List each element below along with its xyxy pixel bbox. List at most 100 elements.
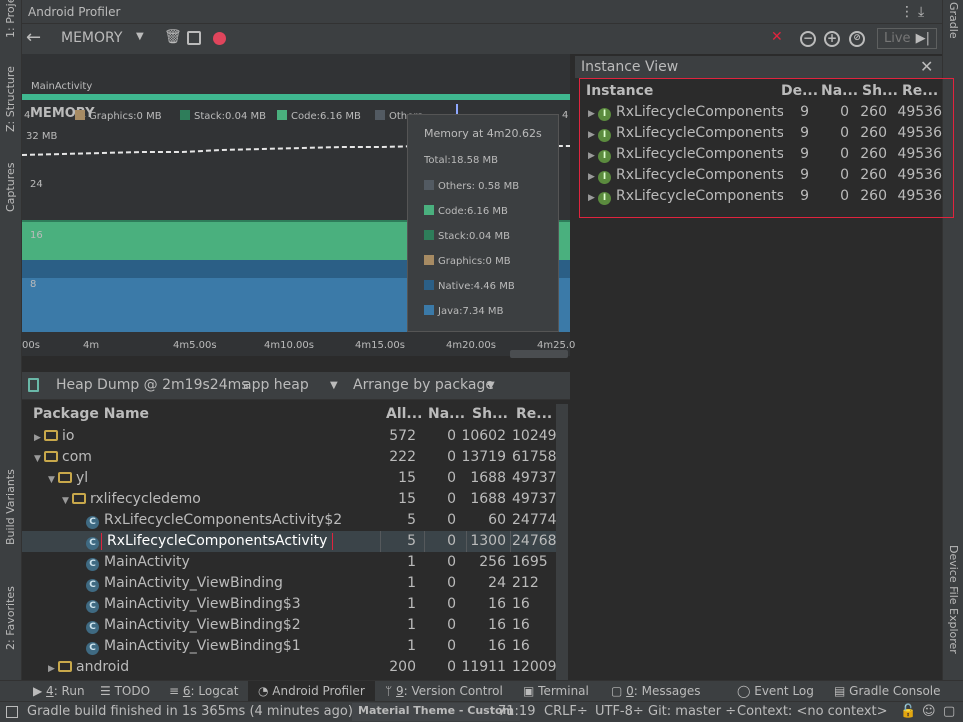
collapsed-arrow-icon[interactable]: ▶: [34, 433, 44, 443]
col-retained-size[interactable]: Re...: [902, 83, 938, 99]
col-retained[interactable]: Re...: [516, 406, 552, 422]
legend-graphics: Graphics:0 MB: [75, 110, 162, 122]
col-package-name[interactable]: Package Name: [33, 406, 149, 422]
tab-todo[interactable]: ☰ TODO: [100, 684, 150, 698]
col-native[interactable]: Na...: [428, 406, 465, 422]
instance-row[interactable]: ▶ I RxLifecycleComponentsA 9 0 260 49536: [580, 144, 952, 165]
file-encoding[interactable]: UTF-8÷: [595, 704, 644, 719]
tab-device-file-explorer[interactable]: Device File Explorer: [947, 545, 960, 654]
live-button[interactable]: Live ▶|: [877, 28, 937, 49]
retained-size: 1695: [512, 554, 548, 570]
collapsed-arrow-icon[interactable]: ▶: [588, 151, 598, 161]
arrange-selector[interactable]: Arrange by package: [353, 377, 494, 393]
table-row[interactable]: ▶ io 572 0 10602 102496: [22, 426, 556, 447]
table-row[interactable]: C MainActivity_ViewBinding$2 1 0 16 16: [22, 615, 556, 636]
context-selector[interactable]: Context: <no context>: [737, 704, 888, 719]
package-folder-icon: [44, 430, 58, 441]
cursor-position[interactable]: 71:19: [498, 704, 535, 719]
table-row[interactable]: ▶ android 200 0 11911 120097: [22, 657, 556, 678]
tab-run[interactable]: ▶ 4: Run: [33, 684, 85, 698]
table-scrollbar[interactable]: [556, 404, 568, 680]
activity-bar[interactable]: [22, 94, 570, 100]
collapsed-arrow-icon[interactable]: ▶: [588, 130, 598, 140]
shallow-size: 10602: [461, 428, 506, 444]
instance-row[interactable]: ▶ I RxLifecycleComponentsA 9 0 260 49536: [580, 186, 952, 207]
tab-captures[interactable]: Captures: [4, 163, 17, 212]
table-row[interactable]: ▼ rxlifecycledemo 15 0 1688 497375: [22, 489, 556, 510]
col-depth[interactable]: De...: [781, 83, 818, 99]
chevron-down-icon[interactable]: ▼: [330, 380, 338, 391]
close-session-icon[interactable]: ✕: [771, 29, 783, 45]
table-row[interactable]: ▼ com 222 0 13719 617580: [22, 447, 556, 468]
tab-project[interactable]: 1: Project: [4, 0, 17, 38]
col-alloc[interactable]: All...: [386, 406, 422, 422]
heap-dump-marker[interactable]: [456, 104, 458, 114]
dump-heap-icon[interactable]: [187, 31, 201, 45]
time-tick: 00s: [22, 340, 40, 351]
chevron-down-icon[interactable]: ▼: [136, 31, 144, 42]
instance-row[interactable]: ▶ I RxLifecycleComponentsA 9 0 260 49536: [580, 165, 952, 186]
retained-size: 16: [512, 638, 530, 654]
tab-event-log[interactable]: ◯ Event Log: [737, 684, 814, 698]
native-size: 0: [447, 533, 456, 549]
status-message[interactable]: Gradle build finished in 1s 365ms (4 min…: [27, 704, 353, 719]
table-row[interactable]: C MainActivity_ViewBinding$3 1 0 16 16: [22, 594, 556, 615]
trash-icon[interactable]: 🗑: [164, 29, 182, 45]
legend-swatch: [424, 255, 434, 265]
tab-terminal[interactable]: ▣ Terminal: [523, 684, 589, 698]
collapsed-arrow-icon[interactable]: ▶: [48, 664, 58, 674]
lock-icon[interactable]: 🔓: [900, 704, 916, 719]
package-name-cell: ▶ io: [34, 428, 372, 444]
heap-selector[interactable]: app heap: [243, 377, 309, 393]
class-icon: C: [86, 579, 99, 592]
col-instance[interactable]: Instance: [586, 83, 653, 99]
tab-version-control[interactable]: ᛘ 9: Version Control: [385, 684, 503, 698]
table-row[interactable]: C MainActivity 1 0 256 1695: [22, 552, 556, 573]
tab-structure[interactable]: Z: Structure: [4, 66, 17, 132]
expanded-arrow-icon[interactable]: ▼: [62, 496, 72, 506]
table-row[interactable]: C RxLifecycleComponentsActivity$2 5 0 60 2477…: [22, 510, 556, 531]
zoom-out-icon[interactable]: −: [800, 31, 816, 47]
collapsed-arrow-icon[interactable]: ▶: [588, 193, 598, 203]
close-icon[interactable]: ✕: [920, 56, 933, 78]
tab-gradle[interactable]: Gradle: [947, 2, 960, 39]
tab-messages[interactable]: ▢ 0: Messages: [611, 684, 701, 698]
inspector-icon[interactable]: ☺: [922, 704, 936, 719]
col-shallow-size[interactable]: Sh...: [862, 83, 898, 99]
tab-logcat[interactable]: ≡ 6: Logcat: [169, 684, 238, 698]
table-row[interactable]: C RxLifecycleComponentsActivity 5 0 1300 2476…: [22, 531, 556, 552]
skip-to-end-icon: ▶|: [915, 31, 930, 46]
chevron-down-icon[interactable]: ▼: [487, 380, 495, 391]
timeline-scrollbar[interactable]: [510, 350, 568, 358]
back-arrow-icon[interactable]: ←: [26, 27, 41, 48]
tab-android-profiler[interactable]: ◔ Android Profiler: [248, 681, 375, 701]
hide-panel-icon[interactable]: ⤓: [918, 0, 924, 24]
reset-zoom-icon[interactable]: ⊘: [849, 31, 865, 47]
zoom-in-icon[interactable]: +: [824, 31, 840, 47]
theme-badge[interactable]: Material Theme - Custom: [352, 703, 520, 721]
status-window-icon[interactable]: [6, 706, 18, 718]
expanded-arrow-icon[interactable]: ▼: [34, 454, 44, 464]
col-shallow[interactable]: Sh...: [472, 406, 508, 422]
instance-row[interactable]: ▶ I RxLifecycleComponentsA 9 0 260 49536: [580, 123, 952, 144]
tab-gradle-console[interactable]: ▤ Gradle Console: [834, 684, 941, 698]
collapsed-arrow-icon[interactable]: ▶: [588, 109, 598, 119]
package-name-cell: C MainActivity_ViewBinding$2: [76, 617, 372, 634]
table-row[interactable]: C MainActivity_ViewBinding$1 1 0 16 16: [22, 636, 556, 657]
profiler-selector[interactable]: MEMORY: [61, 30, 122, 46]
record-icon[interactable]: [213, 32, 226, 45]
table-row[interactable]: ▼ yl 15 0 1688 497375: [22, 468, 556, 489]
tab-favorites[interactable]: 2: Favorites: [4, 586, 17, 650]
time-tick: 4m: [83, 340, 100, 351]
instance-row[interactable]: ▶ I RxLifecycleComponentsA 9 0 260 49536: [580, 102, 952, 123]
more-options-icon[interactable]: ⋮: [900, 0, 914, 24]
collapsed-arrow-icon[interactable]: ▶: [588, 172, 598, 182]
table-row[interactable]: C MainActivity_ViewBinding 1 0 24 212: [22, 573, 556, 594]
col-native-size[interactable]: Na...: [821, 83, 858, 99]
expanded-arrow-icon[interactable]: ▼: [48, 475, 58, 485]
heap-dump-toolbar: Heap Dump @ 2m19s24ms app heap ▼ Arrange…: [22, 372, 570, 400]
git-branch[interactable]: Git: master ÷: [648, 704, 736, 719]
line-separator[interactable]: CRLF÷: [544, 704, 588, 719]
tab-build-variants[interactable]: Build Variants: [4, 469, 17, 545]
notifications-icon[interactable]: ▢: [943, 704, 955, 719]
